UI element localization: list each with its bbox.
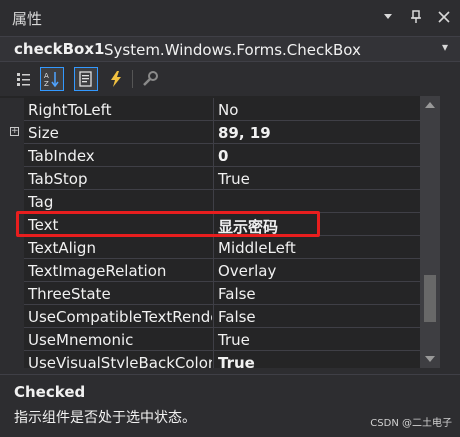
row-gutter: +	[0, 121, 24, 144]
property-pages-icon[interactable]	[138, 67, 162, 91]
dropdown-arrow-icon[interactable]	[380, 9, 396, 25]
row-gutter	[0, 305, 24, 328]
object-selector[interactable]: checkBox1 System.Windows.Forms.CheckBox …	[0, 36, 460, 62]
row-gutter	[0, 167, 24, 190]
property-row[interactable]: Tag	[0, 190, 420, 213]
title-controls	[380, 9, 452, 25]
property-name: TextAlign	[28, 239, 96, 257]
property-name: UseCompatibleTextRendering	[28, 308, 212, 326]
property-row[interactable]: UseVisualStyleBackColor True	[0, 351, 420, 368]
column-divider	[213, 328, 214, 351]
property-value[interactable]: True	[218, 170, 250, 188]
description-title: Checked	[14, 383, 86, 401]
property-name: RightToLeft	[28, 101, 112, 119]
property-row[interactable]: ThreeState False	[0, 282, 420, 305]
property-name: Size	[28, 124, 59, 142]
column-divider	[213, 144, 214, 167]
property-value[interactable]: MiddleLeft	[218, 239, 296, 257]
row-gutter	[0, 328, 24, 351]
property-row[interactable]: UseMnemonic True	[0, 328, 420, 351]
object-type: System.Windows.Forms.CheckBox	[104, 41, 361, 59]
property-name: ThreeState	[28, 285, 111, 303]
property-name: TabIndex	[28, 147, 95, 165]
column-divider	[213, 351, 214, 368]
object-name: checkBox1	[14, 40, 105, 58]
property-value[interactable]: Overlay	[218, 262, 276, 280]
row-gutter	[0, 190, 24, 213]
svg-text:A: A	[44, 72, 49, 80]
property-row[interactable]: TabIndex 0	[0, 144, 420, 167]
property-name: UseVisualStyleBackColor	[28, 354, 212, 368]
toolbar-divider	[132, 70, 133, 88]
svg-text:Z: Z	[44, 80, 49, 88]
description-pane: Checked 指示组件是否处于选中状态。 CSDN @二土电子	[0, 374, 460, 437]
row-gutter	[0, 236, 24, 259]
property-value[interactable]: No	[218, 101, 238, 119]
scroll-down-icon[interactable]	[425, 356, 435, 362]
watermark: CSDN @二土电子	[370, 418, 452, 429]
property-row[interactable]: TextImageRelation Overlay	[0, 259, 420, 282]
column-divider	[213, 305, 214, 328]
property-name: UseMnemonic	[28, 331, 134, 349]
close-icon[interactable]	[436, 9, 452, 25]
column-divider	[213, 167, 214, 190]
property-value[interactable]: True	[218, 354, 255, 368]
row-gutter	[0, 259, 24, 282]
properties-icon[interactable]	[74, 67, 98, 91]
property-row[interactable]: TextAlign MiddleLeft	[0, 236, 420, 259]
alphabetical-icon[interactable]: A Z	[40, 67, 64, 91]
row-gutter	[0, 144, 24, 167]
properties-title-bar: 属性	[0, 0, 460, 36]
panel-title: 属性	[12, 10, 43, 28]
column-divider	[213, 98, 214, 121]
property-name: TabStop	[28, 170, 88, 188]
property-value[interactable]: False	[218, 308, 256, 326]
property-row[interactable]: UseCompatibleTextRendering False	[0, 305, 420, 328]
property-value[interactable]: True	[218, 331, 250, 349]
row-gutter	[0, 282, 24, 305]
properties-toolbar: A Z	[0, 62, 460, 96]
chevron-down-icon[interactable]: ▾	[442, 40, 448, 54]
column-divider	[213, 259, 214, 282]
property-value[interactable]: False	[218, 285, 256, 303]
property-row[interactable]: + Size 89, 19	[0, 121, 420, 144]
pin-icon[interactable]	[408, 9, 424, 25]
column-divider	[213, 236, 214, 259]
column-divider	[213, 121, 214, 144]
vertical-scrollbar[interactable]	[420, 96, 440, 368]
description-text: 指示组件是否处于选中状态。	[14, 410, 196, 426]
highlight-annotation	[16, 211, 320, 237]
property-value[interactable]: 0	[218, 147, 228, 165]
column-divider	[213, 190, 214, 213]
row-gutter	[0, 98, 24, 121]
column-divider	[213, 282, 214, 305]
expand-icon[interactable]: +	[10, 127, 19, 136]
scroll-up-icon[interactable]	[425, 102, 435, 108]
property-name: Tag	[28, 193, 54, 211]
events-icon[interactable]	[104, 67, 128, 91]
property-row[interactable]: TabStop True	[0, 167, 420, 190]
scroll-thumb[interactable]	[424, 275, 436, 322]
categorized-icon[interactable]	[12, 67, 36, 91]
row-gutter	[0, 351, 24, 368]
property-name: TextImageRelation	[28, 262, 167, 280]
property-value[interactable]: 89, 19	[218, 124, 271, 142]
property-row[interactable]: RightToLeft No	[0, 98, 420, 121]
